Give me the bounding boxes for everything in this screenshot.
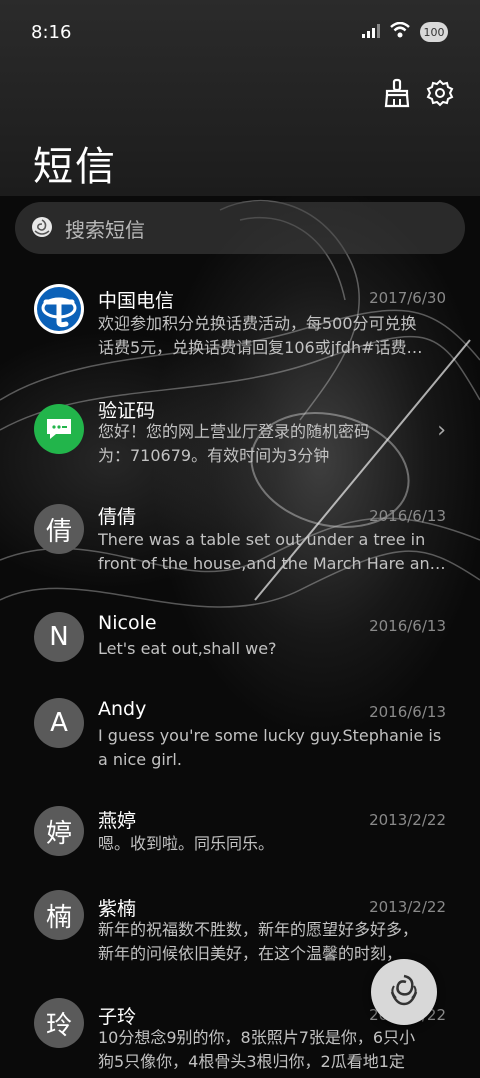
message-preview: 您好！您的网上营业厅登录的随机密码 为：710679。有效时间为3分钟 — [98, 422, 371, 465]
gear-icon[interactable] — [425, 78, 457, 110]
contact-name: 子玲 — [98, 1006, 137, 1028]
rose-icon — [29, 215, 55, 241]
search-input[interactable]: 搜索短信 — [15, 202, 465, 254]
message-preview: 嗯。收到啦。同乐同乐。 — [98, 834, 275, 853]
contact-name: Andy — [98, 698, 147, 720]
china-telecom-logo — [34, 284, 84, 334]
avatar: 楠 — [34, 890, 84, 940]
new-message-button[interactable] — [371, 959, 437, 1025]
message-date: 2016/6/13 — [369, 507, 446, 525]
message-date: 2016/6/13 — [369, 703, 446, 721]
conversation-item[interactable]: A Andy 2016/6/13 I guess you're some luc… — [0, 698, 480, 778]
message-preview: Let's eat out,shall we? — [98, 639, 277, 658]
avatar: 婷 — [34, 806, 84, 856]
message-date: 2013/2/22 — [369, 811, 446, 829]
message-date: 2013/2/22 — [369, 898, 446, 916]
contact-name: 验证码 — [98, 400, 156, 422]
conversation-item[interactable]: 婷 燕婷 2013/2/22 嗯。收到啦。同乐同乐。 — [0, 806, 480, 876]
message-preview: I guess you're some lucky guy.Stephanie … — [98, 726, 442, 769]
avatar: 倩 — [34, 504, 84, 554]
search-placeholder: 搜索短信 — [65, 217, 145, 242]
contact-name: 中国电信 — [98, 290, 175, 312]
conversation-item[interactable]: N Nicole 2016/6/13 Let's eat out,shall w… — [0, 612, 480, 682]
message-preview: 10分想念9别的你，8张照片7张是你，6只小 狗5只像你，4根骨头3根归你，2瓜看… — [98, 1028, 416, 1070]
chat-bubble-icon — [34, 404, 84, 454]
signal-icon — [362, 23, 380, 42]
contact-name: Nicole — [98, 612, 157, 634]
status-time: 8:16 — [31, 22, 72, 43]
message-preview: There was a table set out under a tree i… — [98, 530, 446, 573]
message-date: 2017/6/30 — [369, 289, 446, 307]
wifi-icon — [390, 21, 410, 42]
contact-name: 燕婷 — [98, 810, 137, 832]
message-preview: 欢迎参加积分兑换话费活动，每500分可兑换 话费5元，兑换话费请回复106或jfd… — [98, 314, 423, 357]
rose-icon — [382, 968, 426, 1016]
avatar: 玲 — [34, 998, 84, 1048]
message-date: 2016/6/13 — [369, 617, 446, 635]
status-bar: 8:16 100 — [0, 0, 480, 68]
conversation-item[interactable]: 中国电信 2017/6/30 欢迎参加积分兑换话费活动，每500分可兑换 话费5元… — [0, 284, 480, 374]
page-title: 短信 — [33, 144, 117, 190]
conversation-item[interactable]: 倩 倩倩 2016/6/13 There was a table set out… — [0, 502, 480, 592]
broom-clean-icon[interactable] — [383, 78, 415, 110]
conversation-item[interactable]: 验证码 › 您好！您的网上营业厅登录的随机密码 为：710679。有效时间为3分钟 — [0, 400, 480, 484]
avatar: N — [34, 612, 84, 662]
avatar: A — [34, 698, 84, 748]
message-preview: 新年的祝福数不胜数，新年的愿望好多好多， 新年的问候依旧美好，在这个温馨的时刻， — [98, 920, 419, 963]
contact-name: 倩倩 — [98, 506, 137, 528]
battery-icon: 100 — [420, 22, 448, 42]
contact-name: 紫楠 — [98, 898, 137, 920]
